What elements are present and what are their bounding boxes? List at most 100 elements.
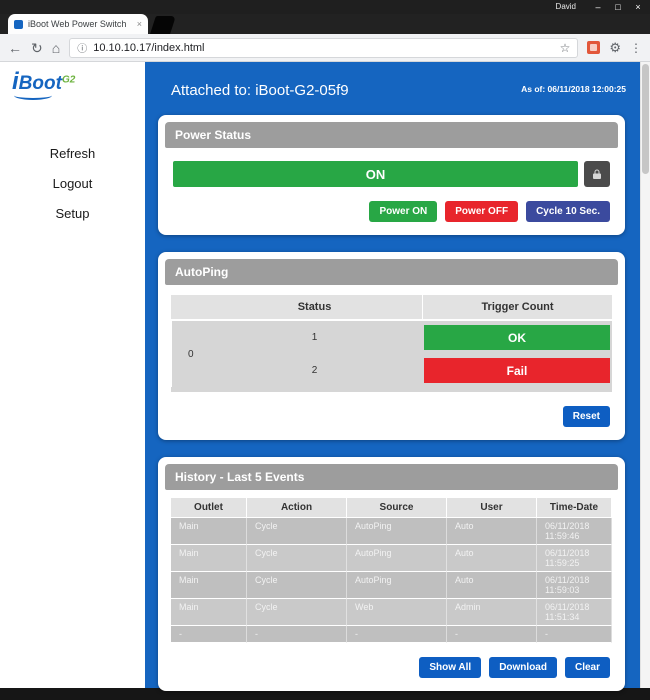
history-col-time: Time-Date	[537, 498, 612, 518]
history-cell: Main	[171, 545, 247, 572]
sidebar-item-refresh[interactable]: Refresh	[0, 146, 145, 161]
history-cell: -	[347, 626, 447, 643]
history-header: History - Last 5 Events	[165, 464, 618, 490]
address-bar[interactable]: ⓘ 10.10.10.17/index.html ☆	[69, 38, 578, 58]
reset-button[interactable]: Reset	[563, 406, 610, 427]
history-cell: Auto	[447, 545, 537, 572]
history-cell: Web	[347, 599, 447, 626]
history-cell: 06/11/2018 11:59:25	[537, 545, 612, 572]
history-col-source: Source	[347, 498, 447, 518]
minimize-button[interactable]: –	[590, 0, 606, 14]
history-cell: Auto	[447, 572, 537, 599]
sidebar-item-setup[interactable]: Setup	[0, 206, 145, 221]
new-tab-button[interactable]	[150, 16, 176, 34]
browser-tab[interactable]: iBoot Web Power Switch ×	[8, 14, 148, 34]
history-cell: -	[447, 626, 537, 643]
reload-icon[interactable]: ↻	[31, 41, 43, 55]
history-cell: AutoPing	[347, 518, 447, 545]
attached-to-title: Attached to: iBoot-G2-05f9	[171, 82, 349, 99]
history-col-action: Action	[247, 498, 347, 518]
history-cell: 06/11/2018 11:51:34	[537, 599, 612, 626]
history-cell: Auto	[447, 518, 537, 545]
extension-icon[interactable]	[587, 41, 600, 54]
history-col-user: User	[447, 498, 537, 518]
history-col-outlet: Outlet	[171, 498, 247, 518]
cycle-button[interactable]: Cycle 10 Sec.	[526, 201, 610, 222]
logo-boot-text: Boot	[19, 73, 62, 94]
settings-gear-icon[interactable]: ⚙	[609, 40, 621, 56]
tab-close-icon[interactable]: ×	[137, 19, 142, 29]
autoping-trigger-count: 0	[171, 321, 207, 387]
browser-menu-icon[interactable]: ⋮	[630, 41, 642, 55]
sidebar-item-logout[interactable]: Logout	[0, 176, 145, 191]
history-cell: Cycle	[247, 572, 347, 599]
tab-strip: iBoot Web Power Switch ×	[0, 14, 650, 34]
history-cell: Cycle	[247, 518, 347, 545]
history-cell: AutoPing	[347, 572, 447, 599]
maximize-button[interactable]: □	[610, 0, 626, 14]
logo-g2-text: G2	[62, 75, 75, 86]
bookmark-star-icon[interactable]: ☆	[560, 41, 571, 55]
download-button[interactable]: Download	[489, 657, 557, 678]
sidebar: iBootG2 Refresh Logout Setup	[0, 62, 145, 688]
autoping-col-status: Status	[207, 295, 422, 321]
autoping-col-trigger: Trigger Count	[422, 295, 612, 321]
history-cell: Cycle	[247, 545, 347, 572]
browser-profile-name: David	[556, 2, 576, 11]
power-status-header: Power Status	[165, 122, 618, 148]
autoping-table: Status Trigger Count 1 OK 0 2 Fail	[171, 295, 612, 392]
site-info-icon[interactable]: ⓘ	[77, 40, 87, 55]
clear-button[interactable]: Clear	[565, 657, 610, 678]
main-area: Attached to: iBoot-G2-05f9 As of: 06/11/…	[145, 62, 640, 688]
autoping-header: AutoPing	[165, 259, 618, 285]
power-state-row: ON	[173, 161, 610, 187]
history-cell: 06/11/2018 11:59:46	[537, 518, 612, 545]
iboot-logo: iBootG2	[12, 70, 145, 94]
history-cell: -	[537, 626, 612, 643]
power-state-indicator: ON	[173, 161, 578, 187]
home-icon[interactable]: ⌂	[52, 41, 60, 55]
power-off-button[interactable]: Power OFF	[445, 201, 518, 222]
history-card: History - Last 5 Events Outlet Action So…	[158, 457, 625, 691]
power-on-button[interactable]: Power ON	[369, 201, 437, 222]
history-cell: Cycle	[247, 599, 347, 626]
tab-title: iBoot Web Power Switch	[28, 19, 132, 29]
power-lock-button[interactable]	[584, 161, 610, 187]
page-content: iBootG2 Refresh Logout Setup Attached to…	[0, 62, 650, 688]
history-cell: Admin	[447, 599, 537, 626]
favicon-icon	[14, 20, 23, 29]
autoping-row-number: 2	[207, 354, 422, 387]
history-cell: 06/11/2018 11:59:03	[537, 572, 612, 599]
lock-icon	[591, 168, 603, 180]
history-cell: -	[171, 626, 247, 643]
history-cell: AutoPing	[347, 545, 447, 572]
history-table: Outlet Action Source User Time-Date Main…	[171, 498, 612, 643]
back-icon[interactable]: ←	[8, 41, 22, 55]
close-button[interactable]: ×	[630, 0, 646, 14]
history-cell: Main	[171, 572, 247, 599]
history-cell: Main	[171, 518, 247, 545]
history-buttons: Show All Download Clear	[165, 657, 610, 678]
autoping-buttons: Reset	[165, 406, 610, 427]
page-header: Attached to: iBoot-G2-05f9 As of: 06/11/…	[157, 74, 626, 99]
sidebar-nav: Refresh Logout Setup	[0, 146, 145, 221]
power-status-card: Power Status ON Power ON Power OFF Cycle…	[158, 115, 625, 235]
logo-i-text: i	[12, 68, 19, 95]
autoping-status-cell: OK	[422, 321, 612, 354]
window-titlebar: David – □ ×	[0, 0, 650, 14]
history-cell: -	[247, 626, 347, 643]
browser-window: David – □ × iBoot Web Power Switch × ← ↻…	[0, 0, 650, 700]
power-buttons: Power ON Power OFF Cycle 10 Sec.	[165, 201, 610, 222]
history-cell: Main	[171, 599, 247, 626]
url-text[interactable]: 10.10.10.17/index.html	[93, 42, 553, 54]
page-scrollbar[interactable]	[640, 62, 650, 688]
autoping-status-ok: OK	[424, 325, 610, 350]
show-all-button[interactable]: Show All	[419, 657, 481, 678]
browser-toolbar: ← ↻ ⌂ ⓘ 10.10.10.17/index.html ☆ ⚙ ⋮	[0, 34, 650, 62]
autoping-row-number: 1	[207, 321, 422, 354]
autoping-card: AutoPing Status Trigger Count 1 OK 0 2 F…	[158, 252, 625, 440]
autoping-col-blank	[171, 295, 207, 321]
autoping-status-fail: Fail	[424, 358, 610, 383]
as-of-timestamp: As of: 06/11/2018 12:00:25	[521, 84, 626, 94]
scrollbar-thumb[interactable]	[642, 64, 649, 174]
